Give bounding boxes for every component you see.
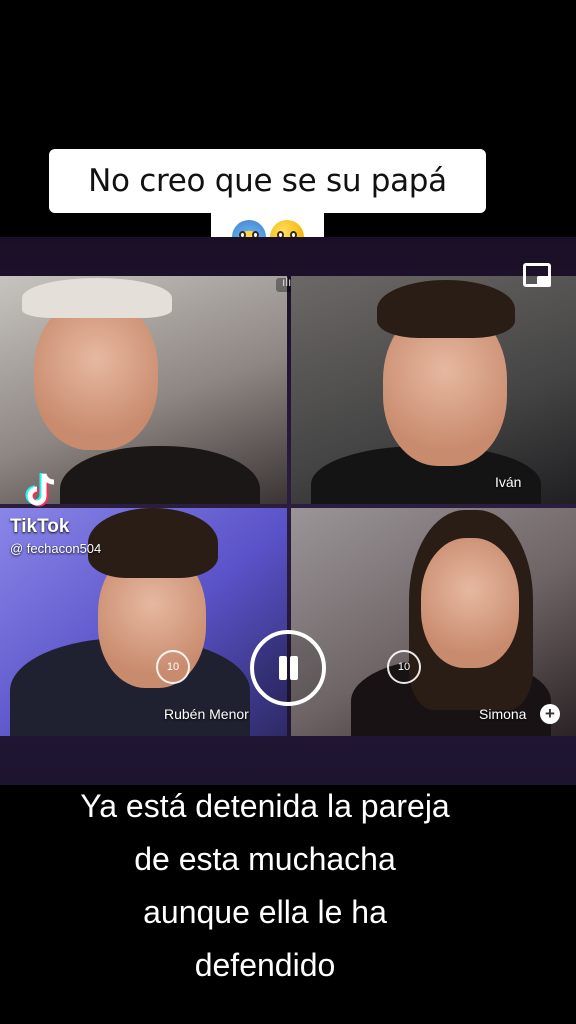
participant-name: Rubén Menor bbox=[164, 706, 249, 722]
bottom-caption: Ya está detenida la pareja de esta mucha… bbox=[0, 780, 530, 992]
participant-tile-2[interactable]: Iván bbox=[291, 276, 576, 504]
caption-line: Ya está detenida la pareja bbox=[80, 788, 450, 824]
participant-name: Iván bbox=[495, 474, 522, 490]
replay-10-icon[interactable]: 10 bbox=[156, 650, 190, 684]
participant-face bbox=[421, 538, 519, 668]
add-participant-icon[interactable]: + bbox=[540, 704, 560, 724]
participant-hair bbox=[88, 508, 218, 578]
picture-in-picture-icon[interactable] bbox=[523, 263, 551, 287]
participant-hair bbox=[377, 280, 515, 338]
participant-tile-4[interactable]: 10 Simona bbox=[291, 508, 576, 736]
tiktok-logo-icon bbox=[25, 473, 55, 507]
tiktok-handle: @ fechacon504 bbox=[10, 541, 102, 556]
participant-cap bbox=[22, 278, 172, 318]
caption-line: de esta muchacha bbox=[134, 841, 396, 877]
pause-button[interactable] bbox=[250, 630, 326, 706]
caption-line: aunque ella le ha bbox=[143, 894, 387, 930]
caption-line: defendido bbox=[194, 947, 336, 983]
replay-10-icon[interactable]: 10 bbox=[387, 650, 421, 684]
participant-body bbox=[60, 446, 260, 504]
participant-face bbox=[34, 298, 158, 450]
tiktok-brand: TikTok bbox=[10, 516, 70, 537]
participant-name: Simona bbox=[479, 706, 527, 722]
top-caption: No creo que se su papá bbox=[49, 149, 486, 213]
